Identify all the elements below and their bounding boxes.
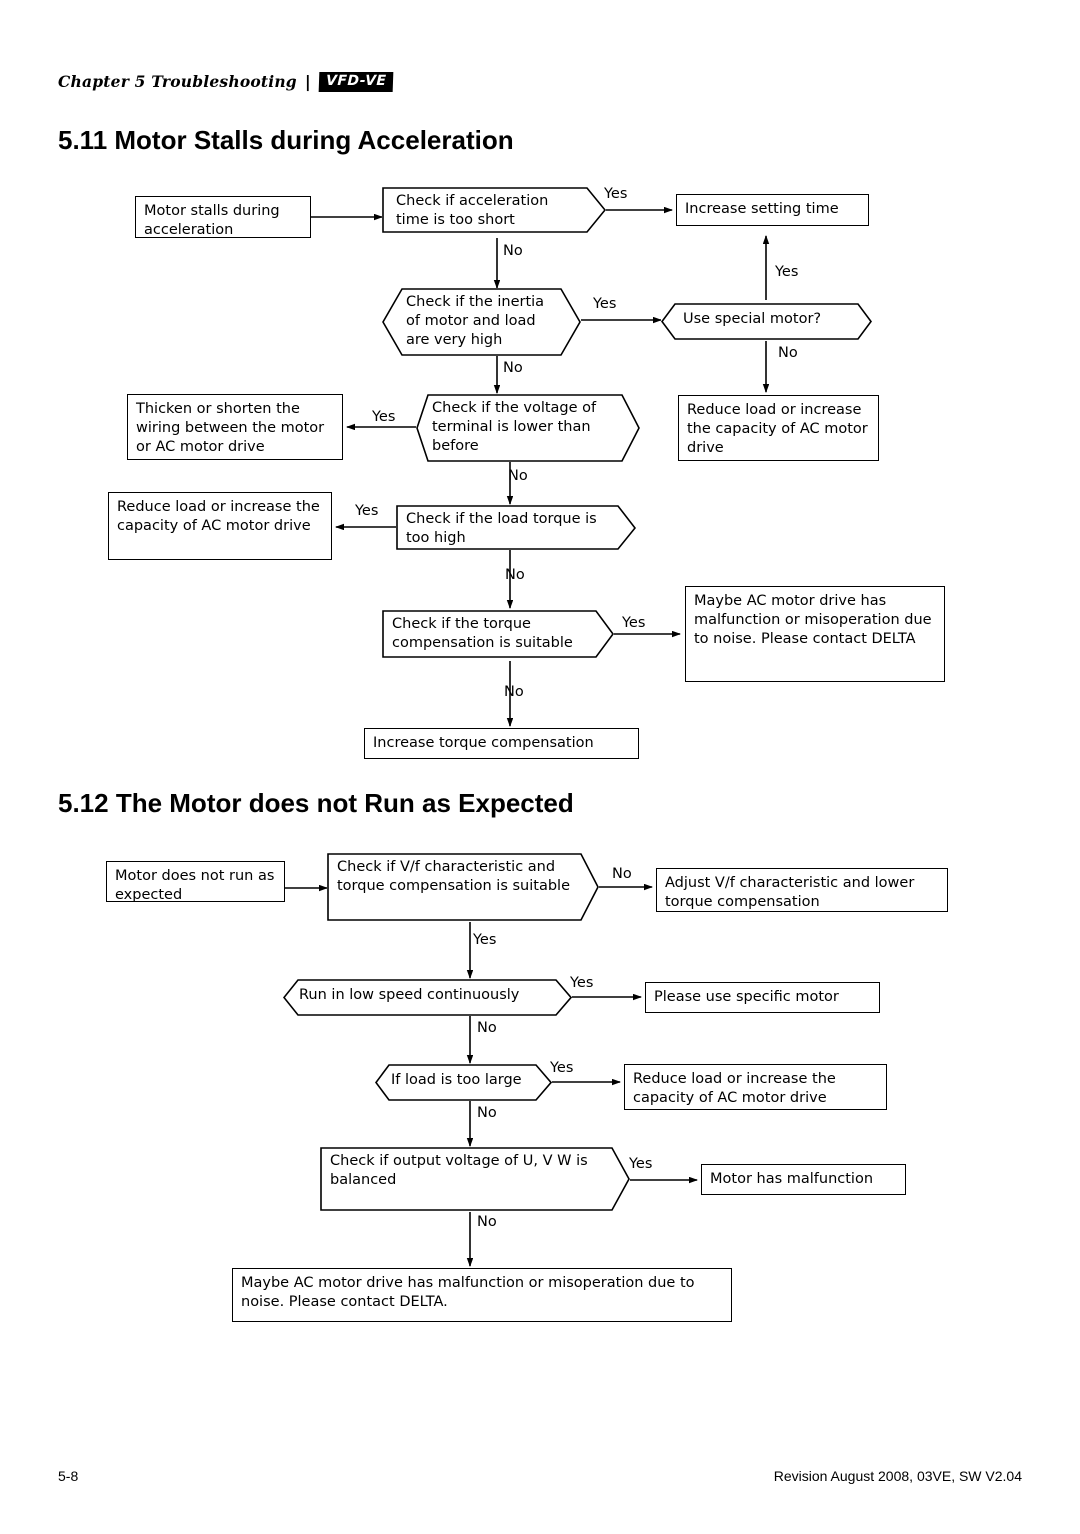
label-no-low-speed: No <box>477 1020 497 1036</box>
node-check-load-torque: Check if the load torque is too high <box>396 505 636 550</box>
label-no-special-motor: No <box>778 345 798 361</box>
label-yes-voltage: Yes <box>372 409 396 425</box>
node-check-vf-characteristic: Check if V/f characteristic and torque c… <box>327 853 599 921</box>
node-adjust-vf-characteristic: Adjust V/f characteristic and lower torq… <box>656 868 948 912</box>
label-yes-special-motor: Yes <box>775 264 799 280</box>
label-no-load-torque: No <box>505 567 525 583</box>
node-maybe-drive-malfunction-1: Maybe AC motor drive has malfunction or … <box>685 586 945 682</box>
node-increase-torque-compensation: Increase torque compensation <box>364 728 639 759</box>
chapter-label: Chapter 5 Troubleshooting <box>58 72 297 92</box>
label-yes-load-torque: Yes <box>355 503 379 519</box>
node-use-special-motor: Use special motor? <box>661 303 872 340</box>
footer-revision: Revision August 2008, 03VE, SW V2.04 <box>773 1468 1022 1484</box>
label-yes-accel: Yes <box>604 186 628 202</box>
label-yes-output-voltage: Yes <box>629 1156 653 1172</box>
page-header: Chapter 5 Troubleshooting | VFD-VE <box>58 72 394 92</box>
footer-page-number: 5-8 <box>58 1468 79 1484</box>
node-increase-setting-time: Increase setting time <box>676 194 869 226</box>
section-title-5-11: 5.11 Motor Stalls during Acceleration <box>58 125 514 155</box>
label-no-inertia: No <box>503 360 523 376</box>
node-load-too-large: If load is too large <box>375 1064 552 1101</box>
node-check-output-voltage: Check if output voltage of U, V W is bal… <box>320 1147 630 1211</box>
label-no-load-large: No <box>477 1105 497 1121</box>
node-reduce-load-capacity-2: Reduce load or increase the capacity of … <box>108 492 332 560</box>
label-yes-inertia: Yes <box>593 296 617 312</box>
node-motor-has-malfunction: Motor has malfunction <box>701 1164 906 1195</box>
vfd-ve-logo: VFD-VE <box>318 72 394 92</box>
label-no-voltage: No <box>508 468 528 484</box>
node-run-low-speed: Run in low speed continuously <box>283 979 572 1016</box>
section-title-5-12: 5.12 The Motor does not Run as Expected <box>58 788 574 818</box>
node-reduce-load-capacity-3: Reduce load or increase the capacity of … <box>624 1064 887 1110</box>
header-separator: | <box>304 72 311 92</box>
node-check-acceleration-time: Check if acceleration time is too short <box>382 187 606 233</box>
label-no-vf: No <box>612 866 632 882</box>
node-reduce-load-capacity-1: Reduce load or increase the capacity of … <box>678 395 879 461</box>
label-no-output-voltage: No <box>477 1214 497 1230</box>
page: Chapter 5 Troubleshooting | VFD-VE 5.11 … <box>0 0 1080 1534</box>
node-use-specific-motor: Please use specific motor <box>645 982 880 1013</box>
node-check-terminal-voltage: Check if the voltage of terminal is lowe… <box>416 394 640 462</box>
node-motor-not-run-start: Motor does not run as expected <box>106 861 285 903</box>
label-no-accel: No <box>503 243 523 259</box>
label-yes-load-large: Yes <box>550 1060 574 1076</box>
label-yes-vf: Yes <box>473 932 497 948</box>
node-motor-stalls-start: Motor stalls during acceleration <box>135 196 311 238</box>
label-yes-low-speed: Yes <box>570 975 594 991</box>
node-check-torque-compensation: Check if the torque compensation is suit… <box>382 610 614 658</box>
node-check-inertia: Check if the inertia of motor and load a… <box>382 288 581 356</box>
node-maybe-drive-malfunction-2: Maybe AC motor drive has malfunction or … <box>232 1268 732 1322</box>
label-no-torque-comp: No <box>504 684 524 700</box>
node-thicken-shorten-wiring: Thicken or shorten the wiring between th… <box>127 394 343 460</box>
label-yes-torque-comp: Yes <box>622 615 646 631</box>
